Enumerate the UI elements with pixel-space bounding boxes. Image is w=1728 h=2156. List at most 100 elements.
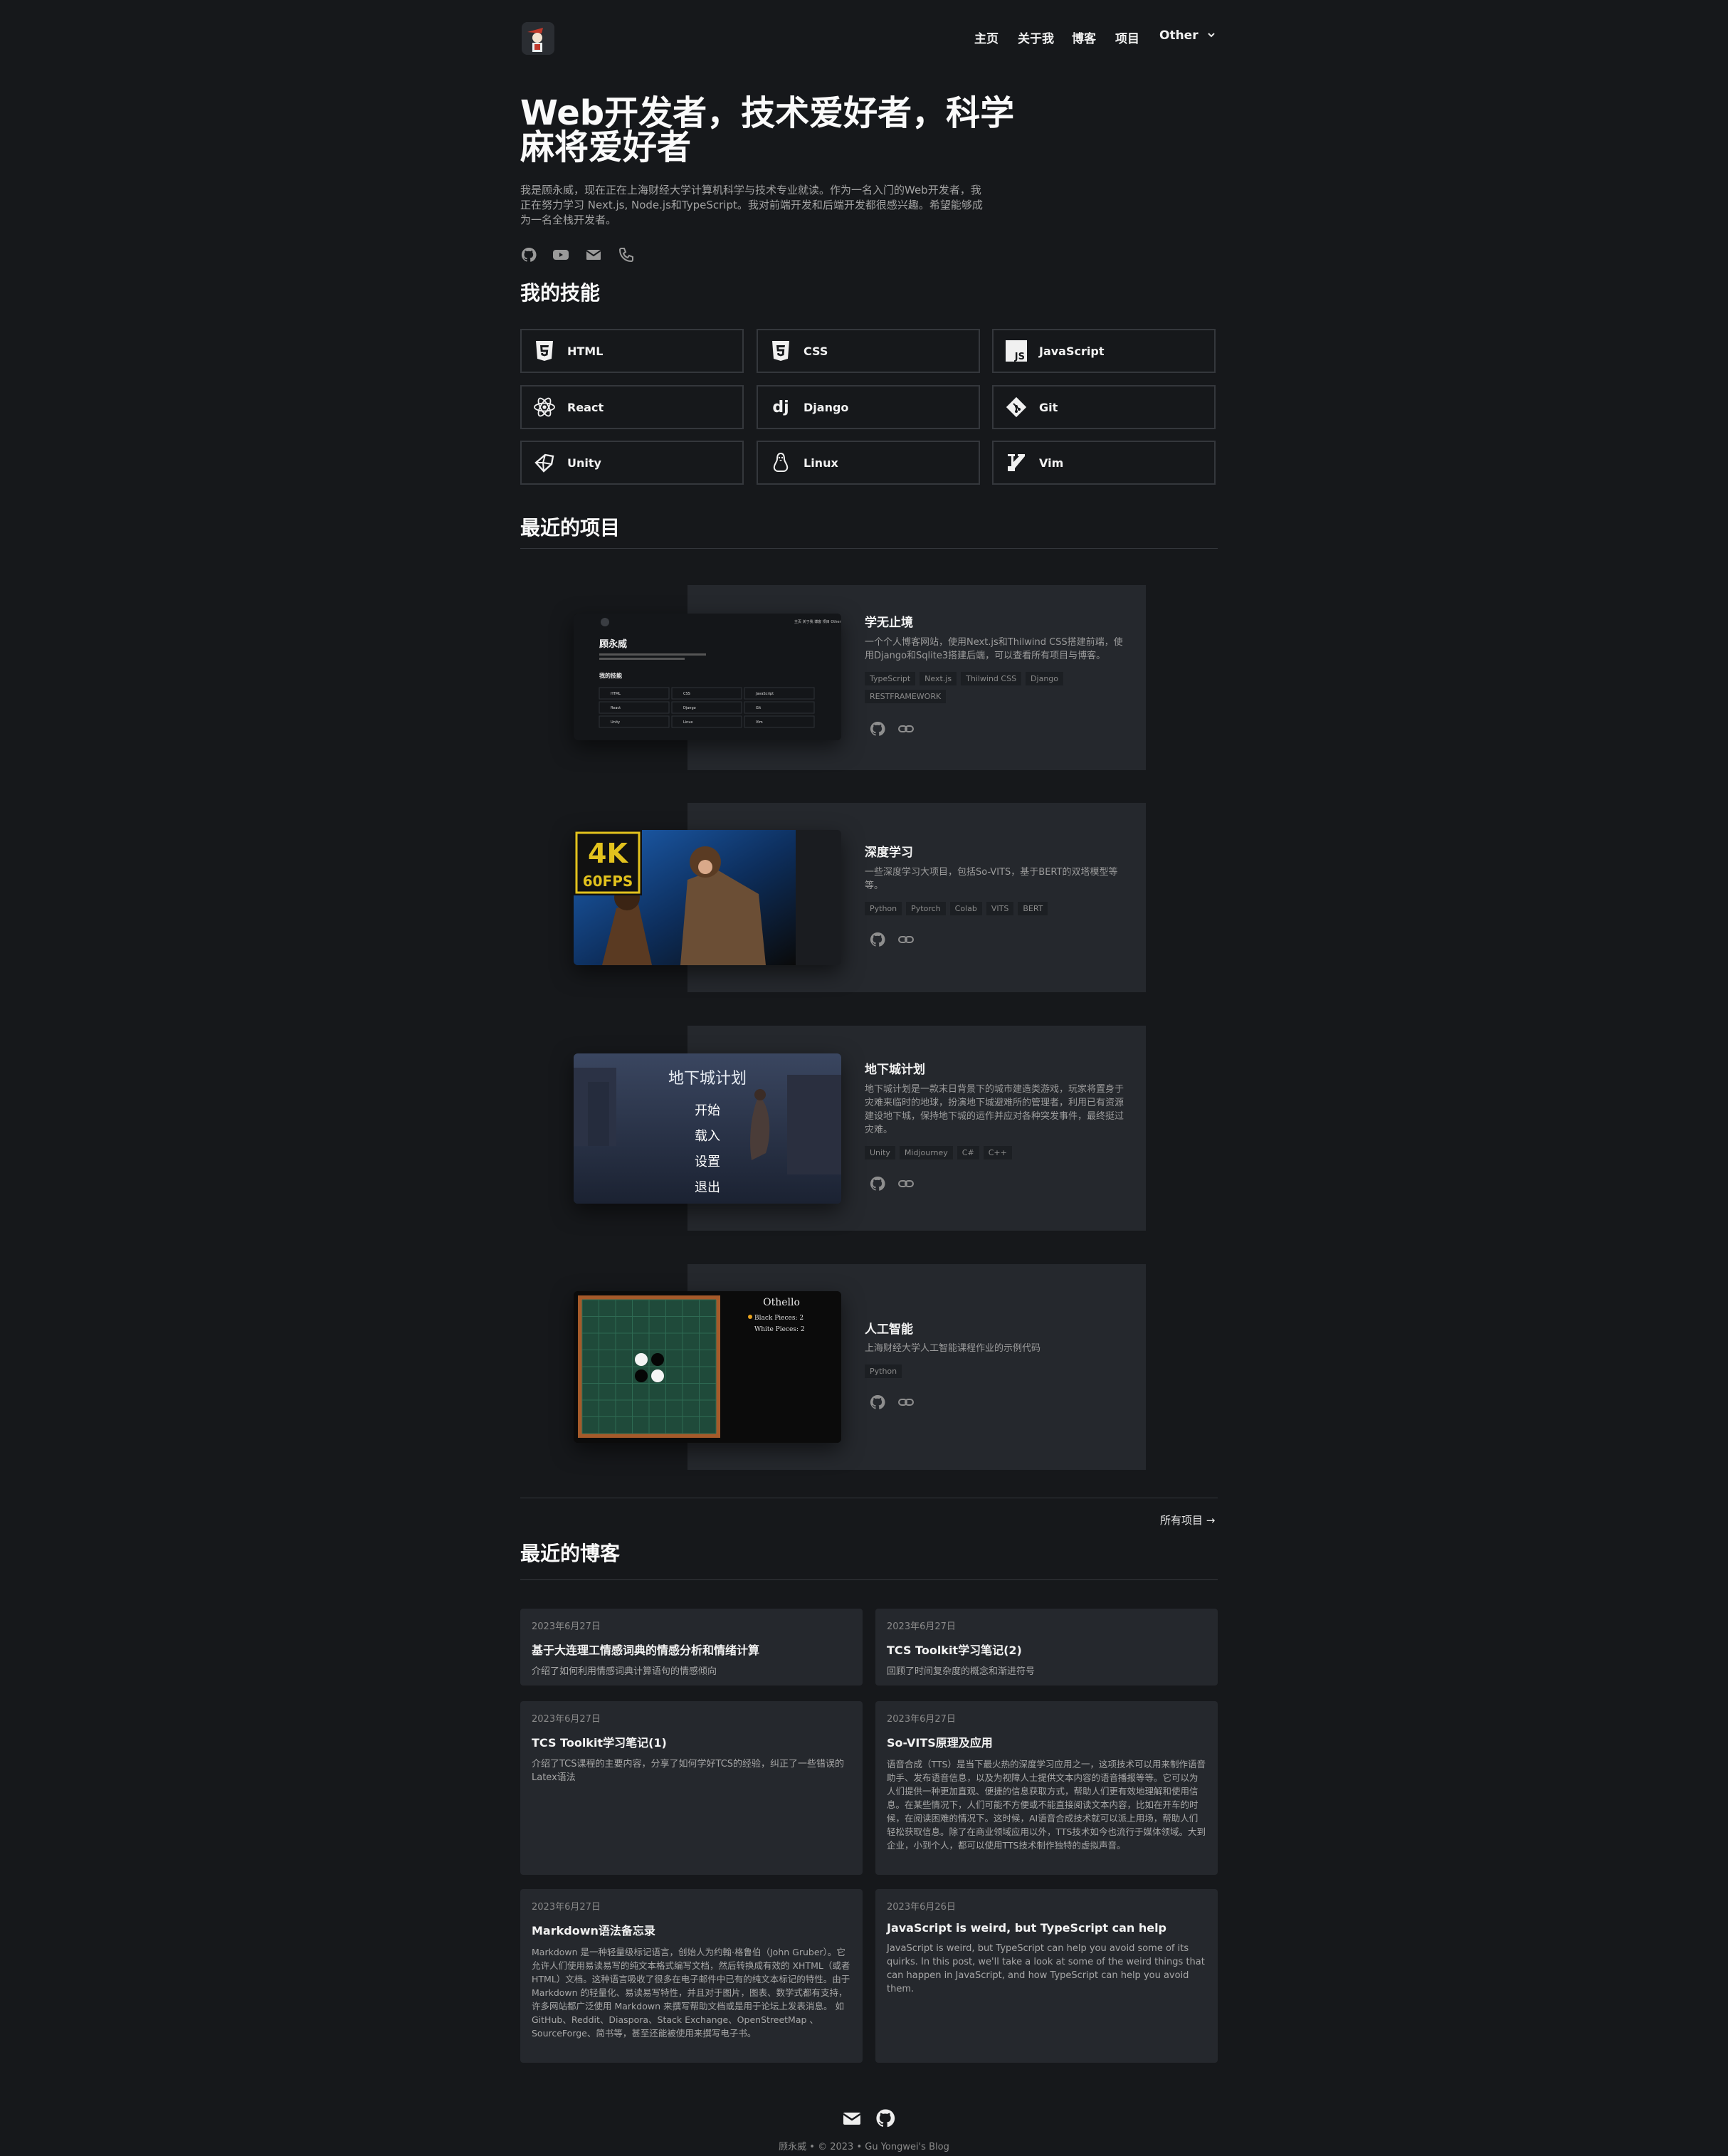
skill-react: React — [520, 385, 744, 429]
nav-about[interactable]: 关于我 — [1018, 28, 1054, 46]
all-projects-link[interactable]: 所有项目 → — [1160, 1513, 1215, 1527]
thumb-menu-start: 开始 — [695, 1103, 720, 1118]
github-link[interactable] — [520, 246, 537, 263]
tag: BERT — [1018, 902, 1048, 915]
project-links — [869, 720, 915, 737]
css3-icon — [769, 340, 792, 362]
tag: Python — [865, 1364, 902, 1378]
blog-card[interactable]: 2023年6月27日 TCS Toolkit学习笔记(2) 回顾了时间复杂度的概… — [875, 1609, 1218, 1686]
blog-title[interactable]: Markdown语法备忘录 — [532, 1921, 851, 1938]
github-icon[interactable] — [869, 1175, 886, 1192]
blog-date: 2023年6月27日 — [887, 1621, 956, 1632]
svg-text:Linux: Linux — [683, 720, 693, 725]
nav-blog[interactable]: 博客 — [1072, 28, 1096, 46]
mail-icon — [586, 250, 601, 260]
nav-home[interactable]: 主页 — [974, 28, 999, 46]
mail-link[interactable] — [585, 246, 602, 263]
thumb-badge-4k: 4K — [588, 838, 628, 869]
blog-date: 2023年6月27日 — [532, 1902, 601, 1913]
blog-description: 回顾了时间复杂度的概念和渐进符号 — [887, 1666, 1036, 1677]
svg-text:CSS: CSS — [683, 692, 690, 696]
project-links — [869, 1175, 915, 1192]
site-logo[interactable] — [522, 22, 554, 55]
link-icon[interactable] — [897, 931, 915, 948]
tag: TypeScript — [865, 672, 916, 685]
thumb-nav: 主页 关于我 博客 项目 Other — [794, 619, 841, 624]
blogs-heading: 最近的博客 — [520, 1542, 621, 1565]
tag: VITS — [986, 902, 1014, 915]
footer-github-link[interactable] — [875, 2108, 896, 2132]
project-description: 一个个人博客网站，使用Next.js和Thilwind CSS搭建前端，使用Dj… — [865, 637, 1123, 661]
link-icon[interactable] — [897, 1175, 915, 1192]
github-icon — [876, 2109, 895, 2128]
tag: Midjourney — [899, 1146, 953, 1159]
skill-label: Django — [804, 400, 849, 414]
tag: Next.js — [920, 672, 957, 685]
tag: Django — [1026, 672, 1063, 685]
project-tags: TypeScript Next.js Thilwind CSS Django R… — [865, 672, 1131, 703]
github-icon[interactable] — [869, 720, 886, 737]
footer-mail-link[interactable] — [842, 2108, 862, 2131]
blog-title[interactable]: 基于大连理工情感词典的情感分析和情绪计算 — [532, 1641, 851, 1658]
svg-text:HTML: HTML — [611, 692, 621, 696]
othello-game-image: Othello Black Pieces: 2 White Pieces: 2 — [574, 1291, 841, 1443]
blog-description: JavaScript is weird, but TypeScript can … — [887, 1943, 1205, 1994]
link-icon[interactable] — [897, 720, 915, 737]
project-description: 地下城计划是一款末日背景下的城市建造类游戏，玩家将置身于灾难来临时的地球，扮演地… — [865, 1084, 1124, 1135]
blog-card[interactable]: 2023年6月26日 JavaScript is weird, but Type… — [875, 1889, 1218, 2063]
thumb-menu-settings: 设置 — [695, 1155, 720, 1169]
project-title[interactable]: 深度学习 — [865, 842, 913, 860]
blog-card[interactable]: 2023年6月27日 Markdown语法备忘录 Markdown 是一种轻量级… — [520, 1889, 863, 2063]
project-thumbnail[interactable]: 地下城计划 开始 载入 设置 退出 — [574, 1053, 841, 1204]
project-tags: Python — [865, 1364, 1131, 1378]
skill-label: HTML — [567, 344, 604, 358]
phone-link[interactable] — [618, 246, 635, 263]
svg-text:Git: Git — [756, 706, 761, 710]
tag: Thilwind CSS — [961, 672, 1022, 685]
avatar-icon — [522, 22, 554, 55]
project-thumbnail[interactable]: 4K 60FPS — [574, 830, 841, 965]
blog-title[interactable]: JavaScript is weird, but TypeScript can … — [887, 1921, 1206, 1935]
project-thumbnail[interactable]: Othello Black Pieces: 2 White Pieces: 2 — [574, 1291, 841, 1443]
github-icon — [521, 247, 537, 262]
skill-vim: Vim — [992, 441, 1216, 485]
github-icon[interactable] — [869, 1394, 886, 1411]
project-title[interactable]: 学无止境 — [865, 612, 913, 630]
thumb-menu-load: 载入 — [695, 1129, 720, 1144]
svg-text:JS: JS — [1014, 352, 1025, 362]
blog-description: Markdown 是一种轻量级标记语言，创始人为约翰·格鲁伯（John Grub… — [532, 1947, 850, 2039]
website-screenshot-image: 主页 关于我 博客 项目 Other 顾永威 我的技能 HTML CSS JavaS… — [574, 614, 841, 740]
vim-icon — [1005, 451, 1028, 474]
youtube-link[interactable] — [552, 246, 569, 263]
blog-title[interactable]: TCS Toolkit学习笔记(1) — [532, 1733, 851, 1750]
blog-description: 介绍了TCS课程的主要内容，分享了如何学好TCS的经验，纠正了一些错误的Late… — [532, 1759, 845, 1783]
mail-icon — [843, 2113, 861, 2125]
skill-javascript: JS JavaScript — [992, 329, 1216, 373]
thumb-menu-exit: 退出 — [695, 1180, 720, 1195]
nav-other[interactable]: Other — [1159, 28, 1216, 43]
skill-css: CSS — [757, 329, 980, 373]
skill-label: Unity — [567, 456, 601, 470]
thumb-game-name: Othello — [763, 1297, 800, 1308]
nav-other-label: Other — [1159, 28, 1198, 43]
footer-text: 顾永威 • © 2023 • Gu Yongwei's Blog — [779, 2142, 949, 2152]
link-icon[interactable] — [897, 1394, 915, 1411]
blog-card[interactable]: 2023年6月27日 So-VITS原理及应用 语音合成（TTS）是当下最火热的… — [875, 1701, 1218, 1875]
page-title: Web开发者，技术爱好者，科学麻将爱好者 — [520, 93, 1015, 167]
thumb-white-count: White Pieces: 2 — [754, 1326, 805, 1333]
svg-text:dj: dj — [772, 399, 789, 416]
project-title[interactable]: 地下城计划 — [865, 1059, 925, 1077]
thumb-badge-fps: 60FPS — [583, 873, 633, 890]
blog-card[interactable]: 2023年6月27日 基于大连理工情感词典的情感分析和情绪计算 介绍了如何利用情… — [520, 1609, 863, 1686]
blog-card[interactable]: 2023年6月27日 TCS Toolkit学习笔记(1) 介绍了TCS课程的主… — [520, 1701, 863, 1875]
blog-title[interactable]: So-VITS原理及应用 — [887, 1733, 1206, 1750]
project-title[interactable]: 人工智能 — [865, 1319, 913, 1337]
nav-projects[interactable]: 项目 — [1115, 28, 1139, 46]
javascript-icon: JS — [1005, 340, 1028, 362]
project-thumbnail[interactable]: 主页 关于我 博客 项目 Other 顾永威 我的技能 HTML CSS JavaS… — [574, 614, 841, 740]
projects-heading: 最近的项目 — [520, 516, 621, 540]
github-icon[interactable] — [869, 931, 886, 948]
blog-title[interactable]: TCS Toolkit学习笔记(2) — [887, 1641, 1206, 1658]
blog-description: 介绍了如何利用情感词典计算语句的情感倾向 — [532, 1666, 717, 1677]
skill-label: CSS — [804, 344, 828, 358]
